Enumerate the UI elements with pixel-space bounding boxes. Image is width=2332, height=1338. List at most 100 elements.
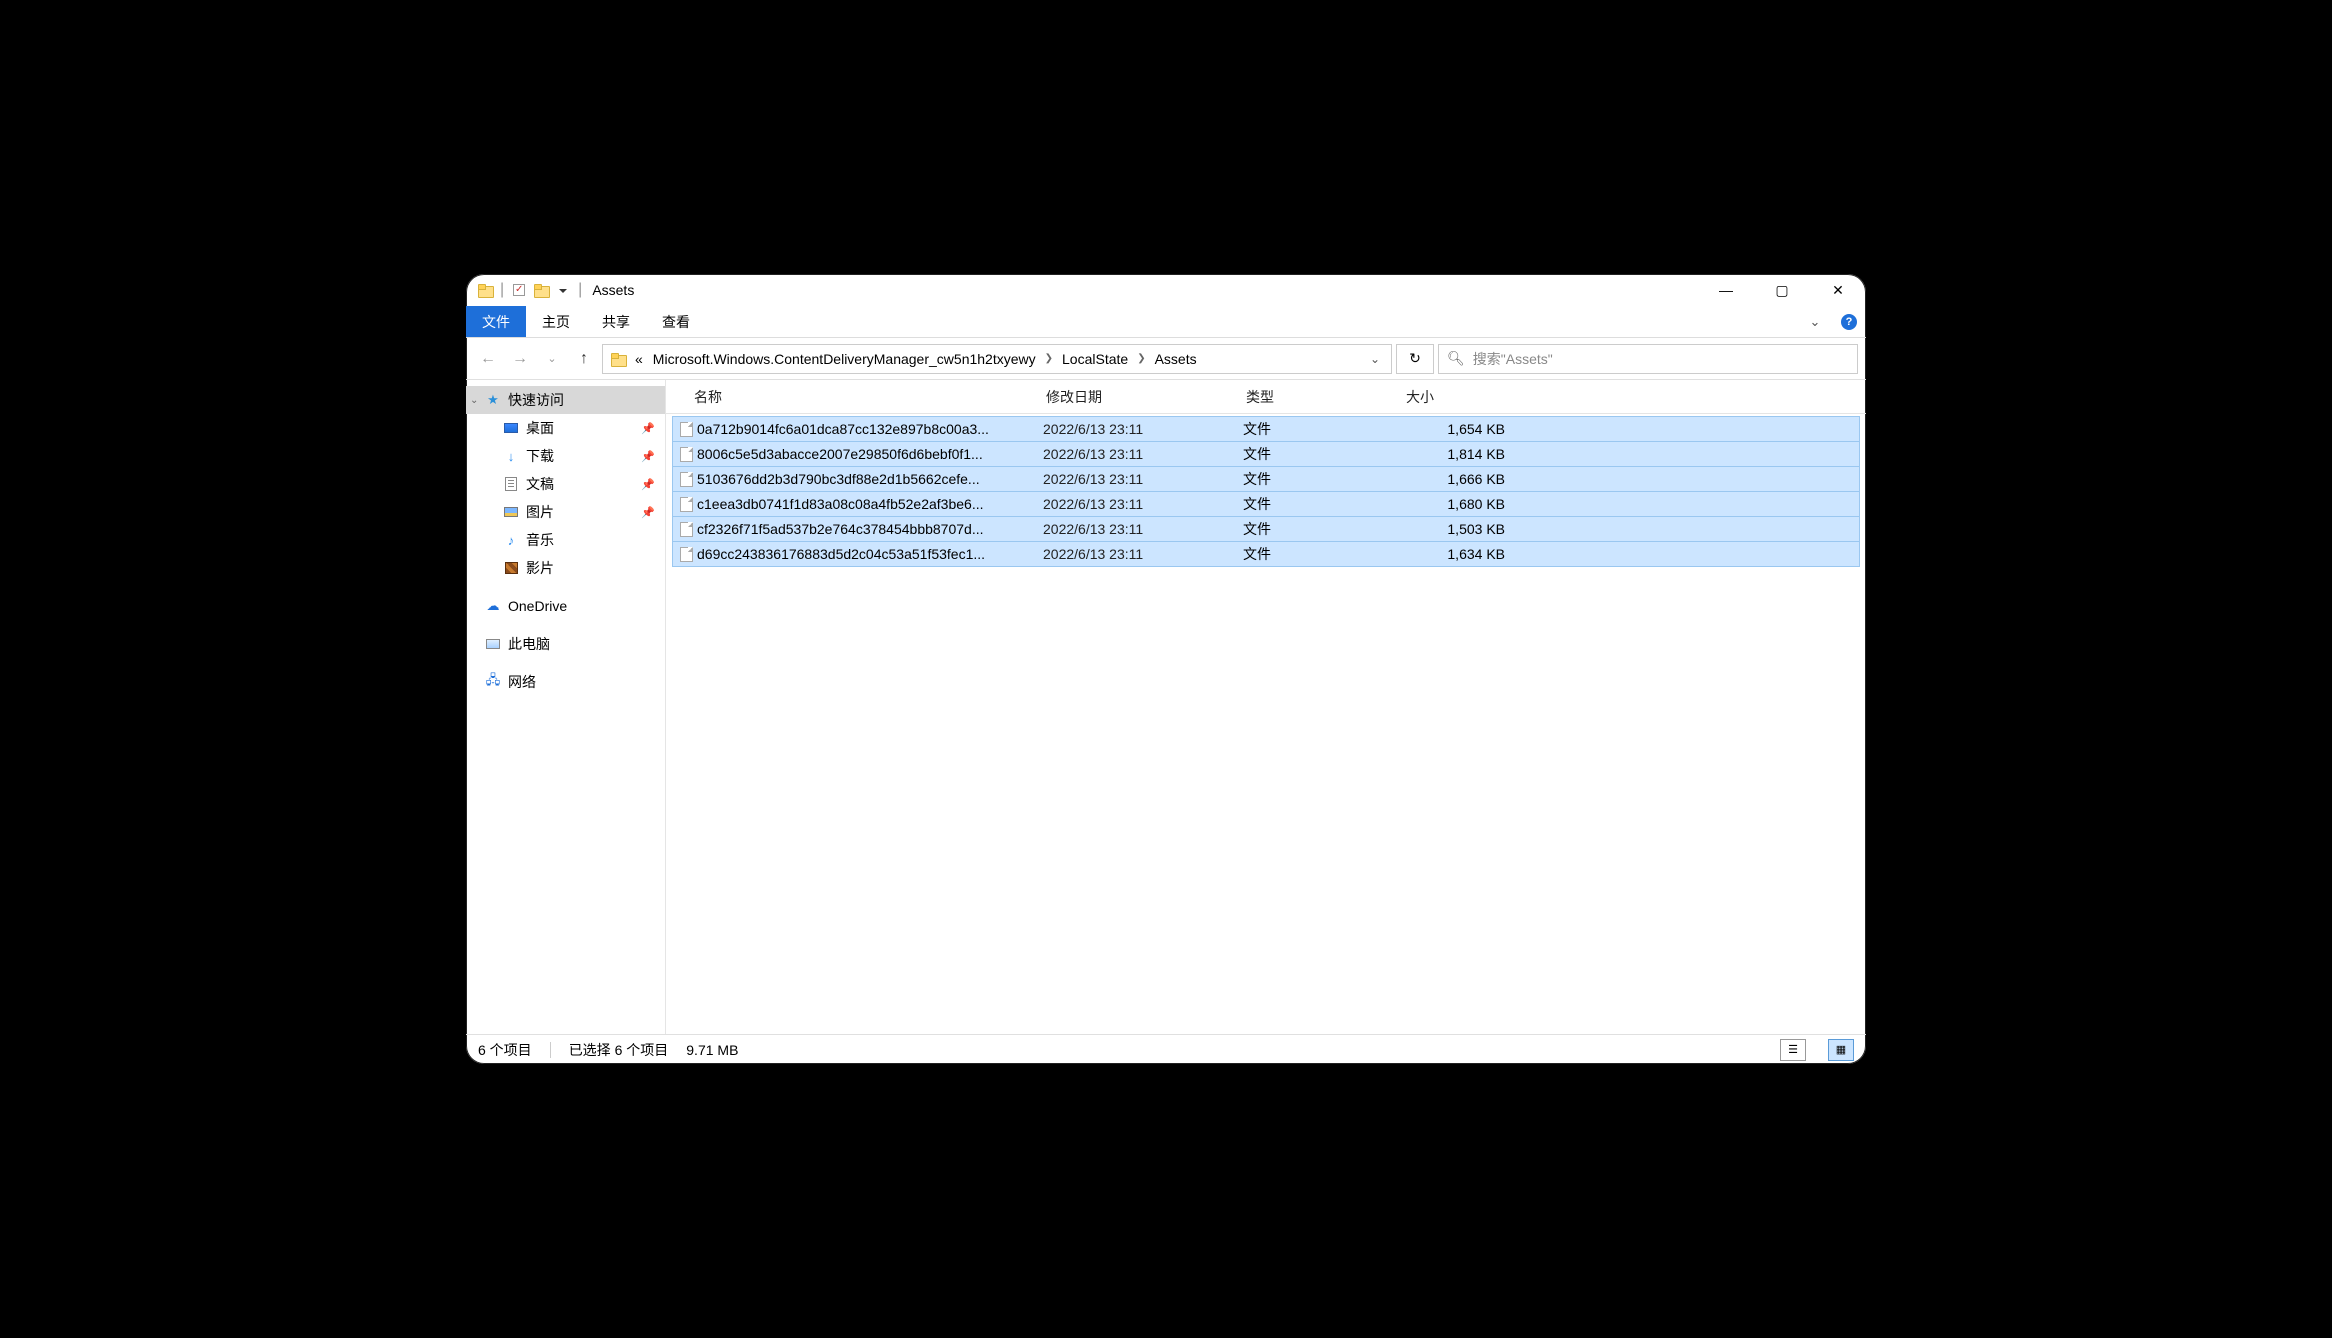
file-row[interactable]: cf2326f71f5ad537b2e764c378454bbb8707d...… <box>672 516 1860 542</box>
expand-icon[interactable]: ⌄ <box>470 395 478 406</box>
maximize-button[interactable]: ▢ <box>1754 274 1810 306</box>
file-icon <box>673 547 695 562</box>
title-bar: | ✓ | Assets — ▢ ✕ <box>466 274 1866 306</box>
sidebar-item-downloads[interactable]: ↓ 下载 📌 <box>466 442 665 470</box>
back-button[interactable]: ← <box>474 345 502 373</box>
title-sep: | <box>578 281 582 299</box>
chevron-right-icon[interactable]: ❯ <box>1134 353 1148 364</box>
file-size: 1,503 KB <box>1403 521 1513 537</box>
file-size: 1,814 KB <box>1403 446 1513 462</box>
close-button[interactable]: ✕ <box>1810 274 1866 306</box>
search-box[interactable]: 🔍︎ 搜索"Assets" <box>1438 344 1858 374</box>
status-selection: 已选择 6 个项目 <box>569 1040 669 1060</box>
address-bar[interactable]: « Microsoft.Windows.ContentDeliveryManag… <box>602 344 1392 374</box>
sidebar-item-network[interactable]: 🖧 网络 <box>466 668 665 696</box>
window-title: Assets <box>592 282 634 298</box>
dropdown-icon[interactable] <box>552 287 574 293</box>
pin-icon: 📌 <box>641 422 655 435</box>
navigation-pane: ⌄ ★ 快速访问 桌面 📌 ↓ 下载 📌 文稿 📌 <box>466 380 666 1034</box>
column-date[interactable]: 修改日期 <box>1036 387 1236 407</box>
refresh-button[interactable]: ↻ <box>1396 344 1434 374</box>
ribbon-expand-icon[interactable]: ⌄ <box>1798 306 1832 337</box>
sidebar-item-desktop[interactable]: 桌面 📌 <box>466 414 665 442</box>
file-icon <box>673 522 695 537</box>
pin-icon: 📌 <box>641 506 655 519</box>
folder-icon <box>530 284 552 296</box>
sidebar-item-label: 音乐 <box>526 530 554 550</box>
sidebar-item-music[interactable]: ♪ 音乐 <box>466 526 665 554</box>
check-icon[interactable]: ✓ <box>508 284 530 296</box>
status-size: 9.71 MB <box>686 1042 738 1058</box>
column-type[interactable]: 类型 <box>1236 387 1396 407</box>
pin-icon: 📌 <box>641 478 655 491</box>
file-type: 文件 <box>1243 519 1403 539</box>
sidebar-item-pictures[interactable]: 图片 📌 <box>466 498 665 526</box>
file-row[interactable]: 8006c5e5d3abacce2007e29850f6d6bebf0f1...… <box>672 441 1860 467</box>
search-placeholder: 搜索"Assets" <box>1473 349 1553 369</box>
file-list: 0a712b9014fc6a01dca87cc132e897b8c00a3...… <box>666 414 1866 1034</box>
forward-button[interactable]: → <box>506 345 534 373</box>
file-row[interactable]: d69cc243836176883d5d2c04c53a51f53fec1...… <box>672 541 1860 567</box>
breadcrumb-segment[interactable]: LocalState <box>1058 351 1132 367</box>
breadcrumb-segment[interactable]: Assets <box>1151 351 1201 367</box>
status-item-count: 6 个项目 <box>478 1040 532 1060</box>
file-row[interactable]: 0a712b9014fc6a01dca87cc132e897b8c00a3...… <box>672 416 1860 442</box>
folder-icon <box>474 284 496 296</box>
view-thumbnails-button[interactable]: ▦ <box>1828 1039 1854 1061</box>
file-row[interactable]: 5103676dd2b3d790bc3df88e2d1b5662cefe...2… <box>672 466 1860 492</box>
tab-file[interactable]: 文件 <box>466 306 526 337</box>
file-row[interactable]: c1eea3db0741f1d83a08c08a4fb52e2af3be6...… <box>672 491 1860 517</box>
up-button[interactable]: ↑ <box>570 345 598 373</box>
file-name: cf2326f71f5ad537b2e764c378454bbb8707d... <box>695 521 1043 537</box>
help-icon[interactable]: ? <box>1832 306 1866 337</box>
document-icon <box>502 477 520 491</box>
file-type: 文件 <box>1243 469 1403 489</box>
file-size: 1,634 KB <box>1403 546 1513 562</box>
desktop-icon <box>502 423 520 433</box>
network-icon: 🖧 <box>484 671 502 693</box>
file-date: 2022/6/13 23:11 <box>1043 521 1243 537</box>
recent-dropdown-icon[interactable]: ⌄ <box>538 345 566 373</box>
folder-icon <box>607 353 629 365</box>
pc-icon <box>484 639 502 649</box>
sidebar-item-this-pc[interactable]: 此电脑 <box>466 630 665 658</box>
file-name: d69cc243836176883d5d2c04c53a51f53fec1... <box>695 546 1043 562</box>
file-size: 1,680 KB <box>1403 496 1513 512</box>
sidebar-item-label: 下载 <box>526 446 554 466</box>
sidebar-item-quick-access[interactable]: ⌄ ★ 快速访问 <box>466 386 665 414</box>
tab-view[interactable]: 查看 <box>646 306 706 337</box>
sidebar-item-onedrive[interactable]: ☁ OneDrive <box>466 592 665 620</box>
breadcrumb-segment[interactable]: Microsoft.Windows.ContentDeliveryManager… <box>649 351 1040 367</box>
tab-home[interactable]: 主页 <box>526 306 586 337</box>
breadcrumb-prefix: « <box>631 351 647 367</box>
title-sep: | <box>500 281 504 299</box>
sidebar-item-label: 网络 <box>508 672 536 692</box>
sidebar-item-documents[interactable]: 文稿 📌 <box>466 470 665 498</box>
file-size: 1,654 KB <box>1403 421 1513 437</box>
file-date: 2022/6/13 23:11 <box>1043 471 1243 487</box>
file-icon <box>673 497 695 512</box>
minimize-button[interactable]: — <box>1698 274 1754 306</box>
sidebar-item-videos[interactable]: 影片 <box>466 554 665 582</box>
explorer-window: | ✓ | Assets — ▢ ✕ 文件 主页 共享 查看 ⌄ ? ← → ⌄… <box>466 274 1866 1064</box>
view-details-button[interactable]: ☰ <box>1780 1039 1806 1061</box>
file-date: 2022/6/13 23:11 <box>1043 446 1243 462</box>
sidebar-item-label: 文稿 <box>526 474 554 494</box>
ribbon-tabs: 文件 主页 共享 查看 ⌄ ? <box>466 306 1866 338</box>
status-bar: 6 个项目 已选择 6 个项目 9.71 MB ☰ ▦ <box>466 1034 1866 1064</box>
column-name[interactable]: 名称 <box>666 387 1036 407</box>
sidebar-item-label: 此电脑 <box>508 634 550 654</box>
file-type: 文件 <box>1243 419 1403 439</box>
sidebar-item-label: 快速访问 <box>508 390 564 410</box>
chevron-right-icon[interactable]: ❯ <box>1042 353 1056 364</box>
image-icon <box>502 507 520 517</box>
column-size[interactable]: 大小 <box>1396 387 1506 407</box>
cloud-icon: ☁ <box>484 598 502 614</box>
tab-share[interactable]: 共享 <box>586 306 646 337</box>
column-headers: 名称 修改日期 类型 大小 <box>666 380 1866 414</box>
address-dropdown-icon[interactable]: ⌄ <box>1363 352 1387 366</box>
sidebar-item-label: OneDrive <box>508 598 567 614</box>
video-icon <box>502 562 520 574</box>
search-icon: 🔍︎ <box>1447 350 1465 367</box>
file-name: 0a712b9014fc6a01dca87cc132e897b8c00a3... <box>695 421 1043 437</box>
